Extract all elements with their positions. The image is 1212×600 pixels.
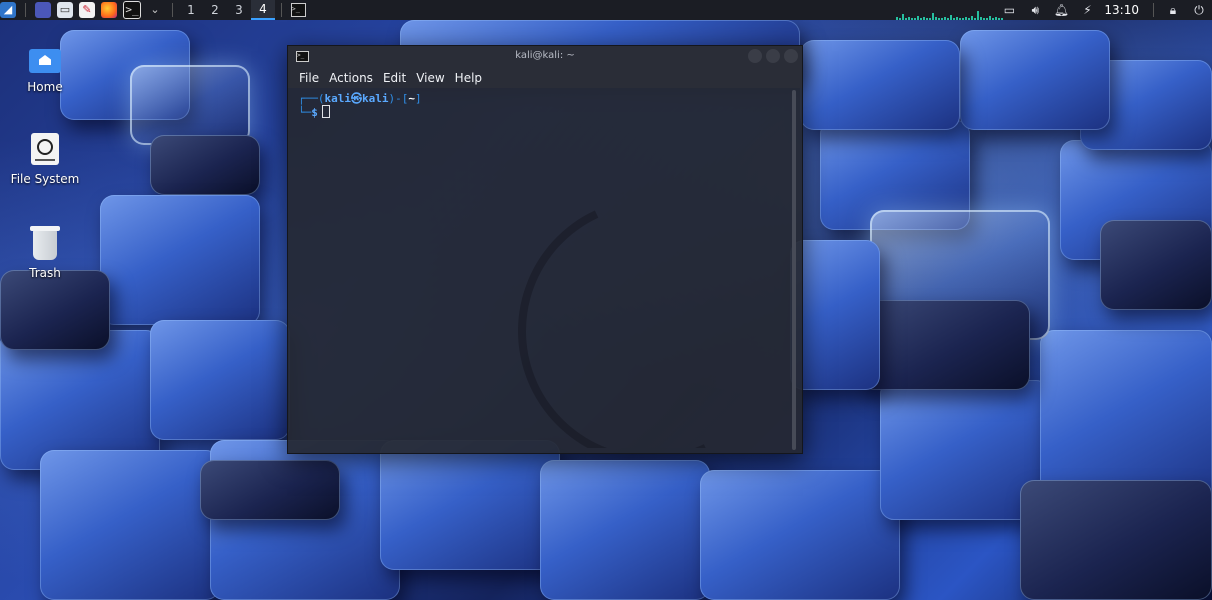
prompt-symbol: $ bbox=[311, 106, 318, 119]
prompt-user-host: kali㉿kali bbox=[324, 92, 389, 105]
text-cursor bbox=[321, 105, 330, 118]
panel-separator bbox=[281, 3, 282, 17]
prompt-line-1: ┌──(kali㉿kali)-[~] bbox=[298, 92, 422, 105]
panel-clock[interactable]: 13:10 bbox=[1104, 3, 1139, 17]
lock-icon[interactable]: 🔒︎ bbox=[1164, 0, 1182, 20]
terminal-icon: >_ bbox=[290, 3, 306, 17]
menu-edit[interactable]: Edit bbox=[383, 71, 406, 85]
desktop-icon-label: File System bbox=[10, 172, 80, 186]
drive-icon bbox=[28, 132, 62, 166]
text-editor-icon[interactable]: ✎ bbox=[79, 2, 95, 18]
close-button[interactable] bbox=[784, 49, 798, 63]
prompt-directory: ~ bbox=[408, 92, 415, 105]
notification-bell-icon[interactable]: 🔔︎ bbox=[1052, 0, 1070, 20]
system-tray: ▭ 🔊︎ 🔔︎ ⚡︎ 13:10 🔒︎ ⏻ bbox=[996, 0, 1212, 20]
panel-separator bbox=[25, 3, 26, 17]
menu-help[interactable]: Help bbox=[455, 71, 482, 85]
menu-file[interactable]: File bbox=[299, 71, 319, 85]
workspace-4[interactable]: 4 bbox=[251, 0, 275, 20]
chevron-down-icon[interactable]: ⌄ bbox=[147, 2, 163, 18]
panel-separator bbox=[1153, 3, 1154, 17]
firefox-icon[interactable] bbox=[101, 2, 117, 18]
kali-dragon-watermark bbox=[480, 160, 802, 448]
files-app-icon[interactable] bbox=[35, 2, 51, 18]
menu-view[interactable]: View bbox=[416, 71, 444, 85]
workspace-1[interactable]: 1 bbox=[179, 0, 203, 20]
terminal-titlebar[interactable]: >_ kali@kali: ~ bbox=[288, 46, 802, 68]
cpu-monitor-graph[interactable] bbox=[896, 6, 1006, 20]
desktop-icon-file-system[interactable]: File System bbox=[0, 132, 90, 186]
terminal-output[interactable]: ┌──(kali㉿kali)-[~] └─$ bbox=[288, 88, 802, 448]
battery-icon[interactable]: ⚡︎ bbox=[1078, 0, 1096, 20]
home-folder-icon bbox=[28, 40, 62, 74]
workspace-3[interactable]: 3 bbox=[227, 0, 251, 20]
window-title: kali@kali: ~ bbox=[515, 50, 575, 61]
menu-actions[interactable]: Actions bbox=[329, 71, 373, 85]
workspace-2[interactable]: 2 bbox=[203, 0, 227, 20]
display-icon[interactable]: ▭ bbox=[1000, 0, 1018, 20]
logout-icon[interactable]: ⏻ bbox=[1190, 0, 1208, 20]
terminal-icon[interactable]: >_ bbox=[123, 1, 141, 19]
panel-separator bbox=[172, 3, 173, 17]
terminal-window[interactable]: >_ kali@kali: ~ File Actions Edit View H… bbox=[287, 45, 803, 454]
mail-app-icon[interactable]: ▭ bbox=[57, 2, 73, 18]
prompt-line-2: └─$ bbox=[298, 105, 802, 119]
maximize-button[interactable] bbox=[766, 49, 780, 63]
minimize-button[interactable] bbox=[748, 49, 762, 63]
top-panel: ◢ ▭ ✎ >_ ⌄ 1 2 3 4 >_ ▭ 🔊︎ 🔔︎ ⚡︎ 13:10 🔒… bbox=[0, 0, 1212, 20]
desktop-icon-home[interactable]: Home bbox=[0, 40, 90, 94]
desktop-icon-label: Home bbox=[27, 80, 63, 94]
terminal-menubar: File Actions Edit View Help bbox=[288, 68, 802, 88]
desktop-icon-label: Trash bbox=[29, 266, 61, 280]
kali-menu-icon[interactable]: ◢ bbox=[0, 2, 16, 18]
desktop-icon-trash[interactable]: Trash bbox=[0, 226, 90, 280]
terminal-scrollbar[interactable] bbox=[792, 90, 796, 450]
taskbar-terminal-button[interactable]: >_ bbox=[288, 0, 308, 20]
trash-icon bbox=[28, 226, 62, 260]
volume-icon[interactable]: 🔊︎ bbox=[1026, 0, 1044, 20]
